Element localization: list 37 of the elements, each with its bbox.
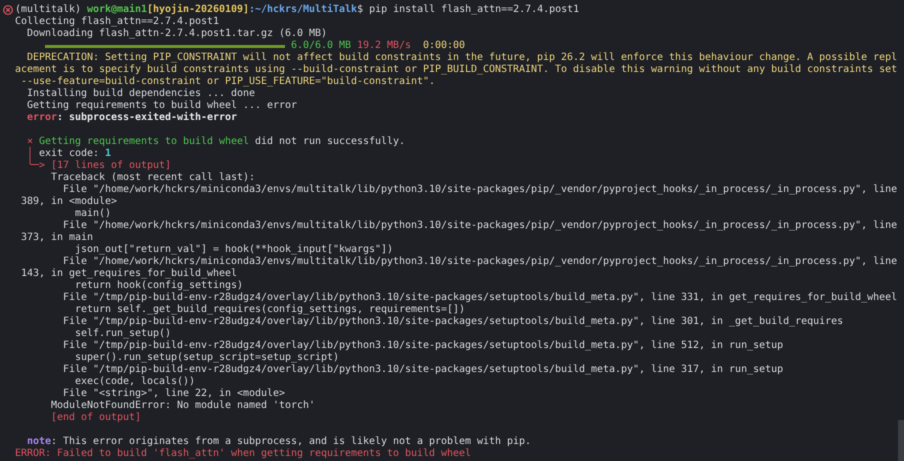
terminal-line: note: This error originates from a subprocess, and is likely not a problem with pip.	[26, 436, 532, 448]
terminal-line: 389, in <module>	[20, 196, 118, 208]
terminal-line: super().run_setup(setup_script=setup_script)	[74, 352, 340, 364]
terminal-line: exec(code, locals())	[74, 376, 196, 388]
terminal-line: [end of output]	[50, 412, 142, 424]
terminal-line: 143, in get_requires_for_build_wheel	[20, 268, 238, 280]
terminal-line: File "<string>", line 22, in <module>	[62, 388, 286, 400]
terminal-line: json_out["return_val"] = hook(**hook_input["kwargs"])	[74, 244, 394, 256]
terminal-line: Installing build dependencies ... done	[26, 88, 256, 100]
terminal-line: File "/home/work/hckrs/miniconda3/envs/multitalk/lib/python3.10/site-packages/pip/_vendor/pyproject_hooks/_in_process/_in_process.py", line	[62, 184, 898, 196]
prompt-line: (multitalk) work@main1[hyojin-20260109]:~/hckrs/MultiTalk$ pip install flash_attn==2.7.4.post1	[15, 4, 580, 16]
terminal-line: File "/tmp/pip-build-env-r28udgz4/overlay/lib/python3.10/site-packages/setuptools/build_meta.py", line 301, in _get_build_requires	[62, 316, 844, 328]
terminal-line: --use-feature=build-constraint or PIP_USE_FEATURE="build-constraint".	[20, 76, 436, 88]
terminal-line: File "/tmp/pip-build-env-r28udgz4/overlay/lib/python3.10/site-packages/setuptools/build_meta.py", line 512, in run_setup	[62, 340, 784, 352]
terminal-line: File "/home/work/hckrs/miniconda3/envs/multitalk/lib/python3.10/site-packages/pip/_vendor/pyproject_hooks/_in_process/_in_process.py", line	[62, 256, 898, 268]
terminal-line: error: subprocess-exited-with-error	[26, 112, 238, 124]
terminal-line: ERROR: Failed to build 'flash_attn' when getting requirements to build wheel	[15, 448, 472, 460]
terminal-line: Getting requirements to build wheel ... error	[26, 100, 298, 112]
terminal-line: File "/tmp/pip-build-env-r28udgz4/overlay/lib/python3.10/site-packages/setuptools/build_meta.py", line 317, in run_setup	[62, 364, 784, 376]
terminal-line: acement is to specify build constraints using --build-constraint or PIP_BUILD_CONSTRAINT. To disable this warning without any build constraints set	[15, 64, 898, 76]
terminal-line: Collecting flash_attn==2.7.4.post1	[15, 16, 220, 28]
terminal-line: ╰─> [17 lines of output]	[26, 160, 172, 172]
terminal-line: File "/tmp/pip-build-env-r28udgz4/overlay/lib/python3.10/site-packages/setuptools/build_meta.py", line 331, in get_requires_for_build_wheel	[62, 292, 898, 304]
download-stats: 6.0/6.0 MB 19.2 MB/s 0:00:00	[290, 40, 466, 52]
terminal-line: DEPRECATION: Setting PIP_CONSTRAINT will not affect build constraints in the future, pip 26.2 will enforce this behaviour change. A possible repl	[26, 52, 898, 64]
scrollbar[interactable]	[898, 420, 904, 461]
terminal-line: self.run_setup()	[74, 328, 172, 340]
terminal-line: │ exit code: 1	[26, 148, 112, 159]
terminal-line: 373, in main	[20, 232, 94, 244]
terminal-line: Downloading flash_attn-2.7.4.post1.tar.gz (6.0 MB)	[26, 28, 328, 40]
terminal-line: Traceback (most recent call last):	[50, 172, 256, 184]
terminal-line: return hook(config_settings)	[74, 280, 244, 292]
terminal-line: × Getting requirements to build wheel did not run successfully.	[26, 136, 406, 147]
terminal-line: File "/home/work/hckrs/miniconda3/envs/multitalk/lib/python3.10/site-packages/pip/_vendor/pyproject_hooks/_in_process/_in_process.py", line	[62, 220, 898, 232]
terminal-line: return self._get_build_requires(config_settings, requirements=[])	[74, 304, 466, 316]
terminal-line: ModuleNotFoundError: No module named 'torch'	[50, 400, 316, 412]
terminal-line: main()	[74, 208, 112, 220]
